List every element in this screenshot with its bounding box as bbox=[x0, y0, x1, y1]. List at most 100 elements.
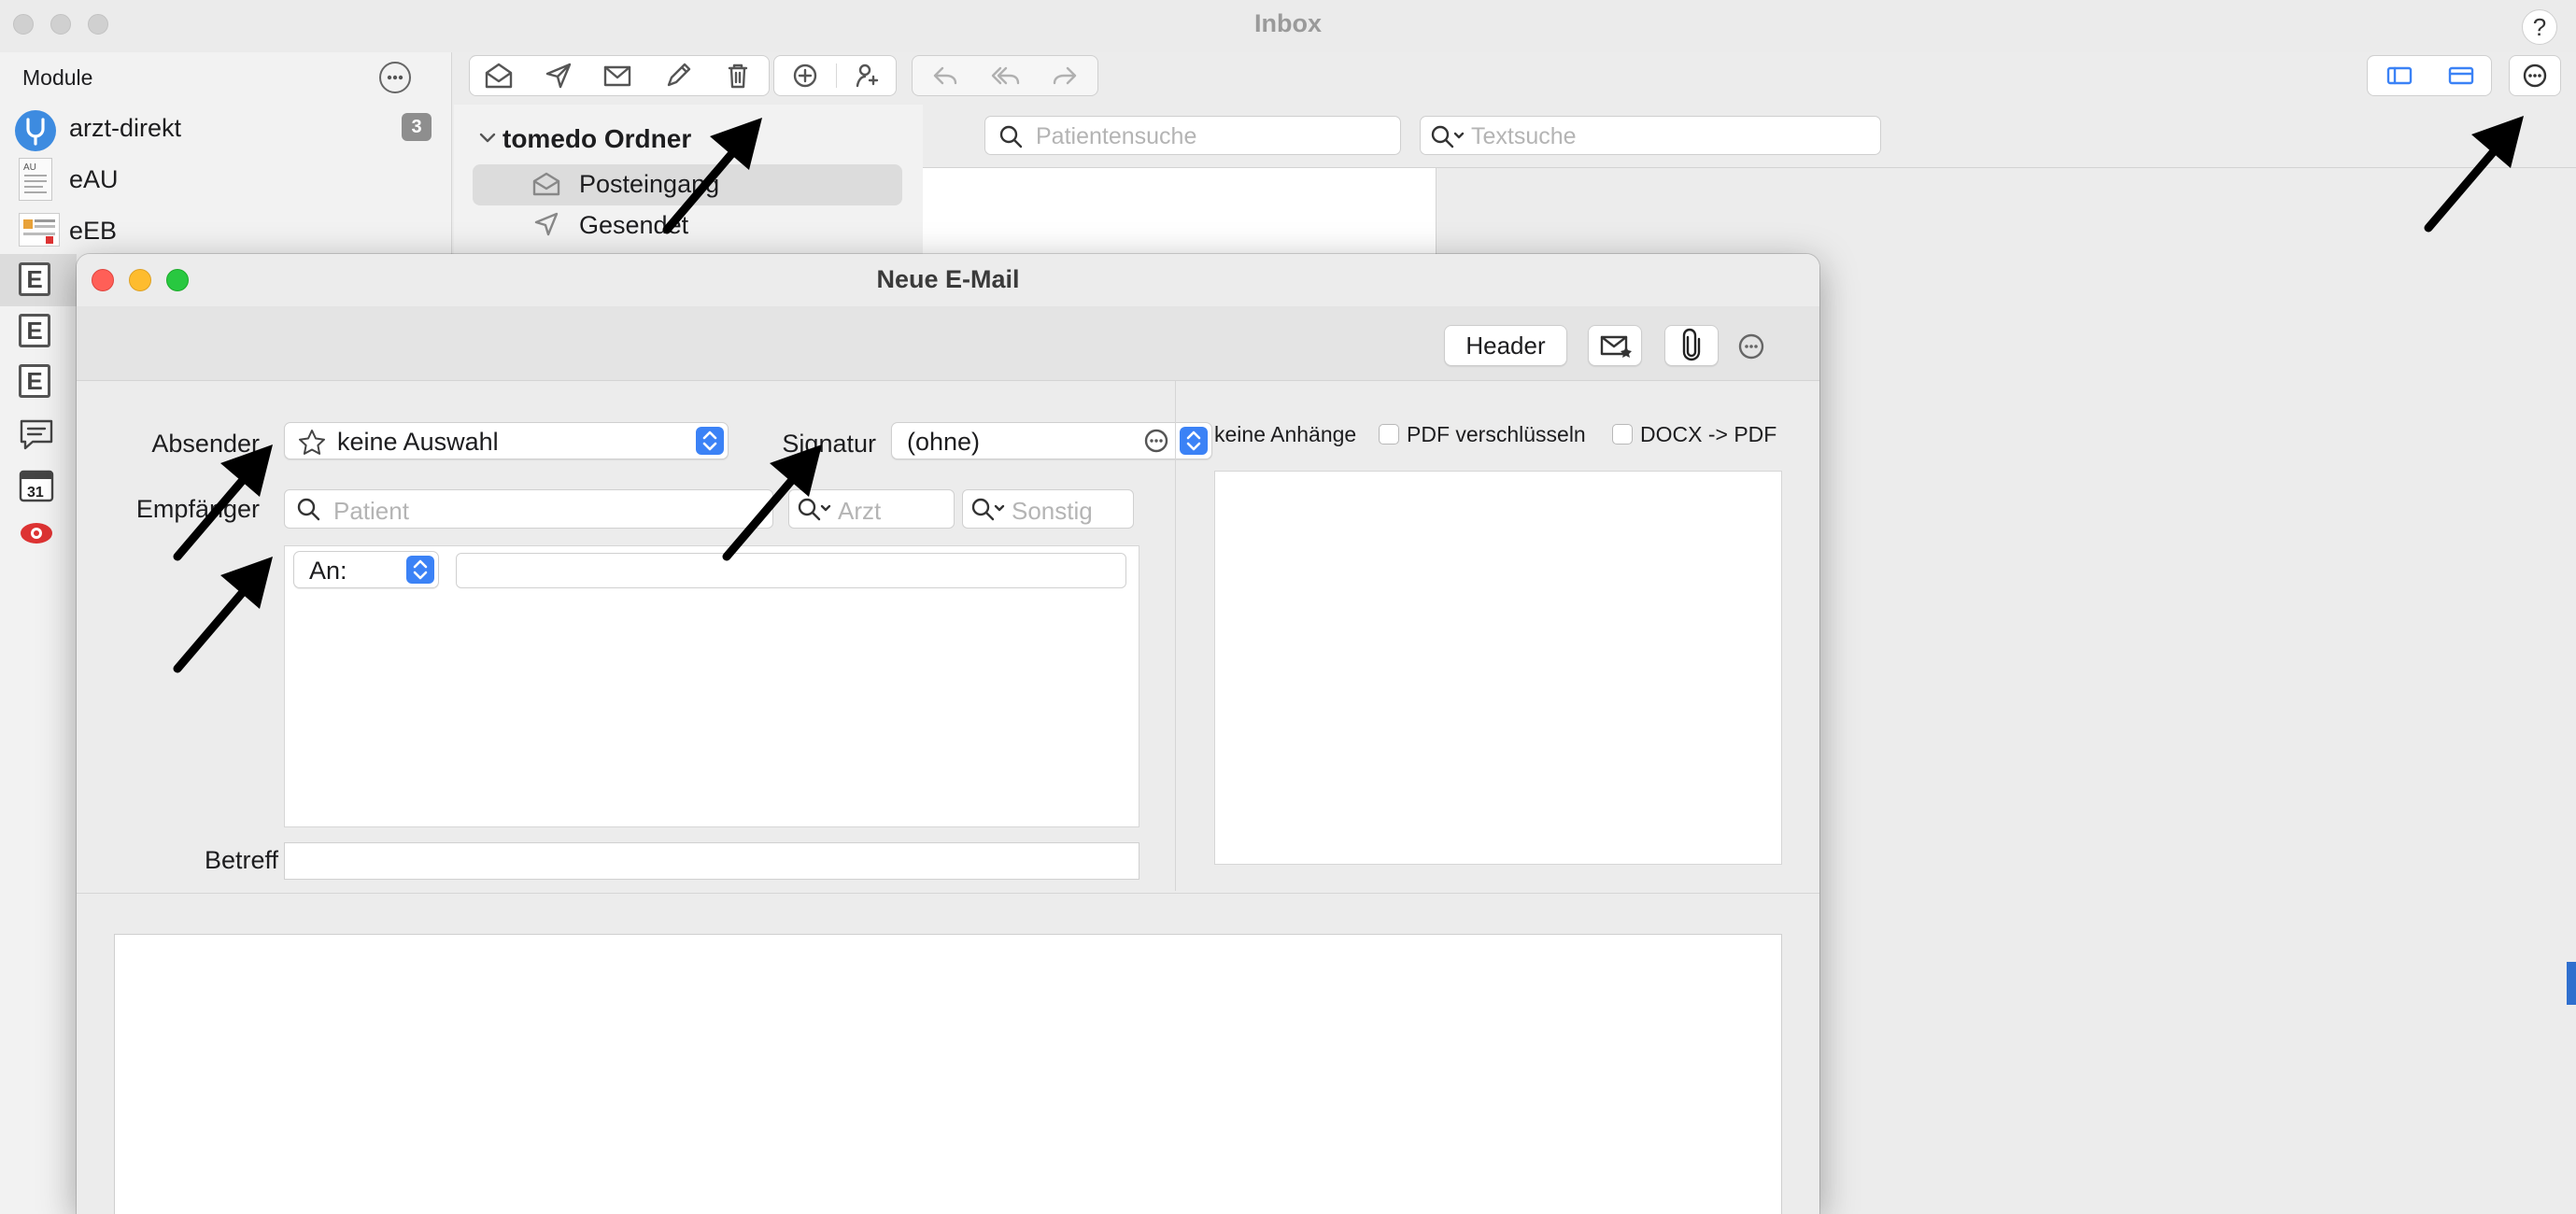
sender-select[interactable]: keine Auswahl bbox=[284, 422, 729, 459]
selection-marker bbox=[2567, 962, 2576, 1005]
toolbar-separator bbox=[836, 64, 837, 88]
send-icon bbox=[534, 211, 560, 237]
paperclip-icon bbox=[1682, 328, 1701, 361]
sidebar-item-label: eAU bbox=[69, 165, 119, 193]
message-body-editor[interactable] bbox=[114, 934, 1782, 1214]
more-icon bbox=[1738, 333, 1764, 360]
forward-button[interactable] bbox=[1036, 56, 1094, 95]
reply-toolbar bbox=[912, 55, 1098, 96]
mail-actions-toolbar bbox=[469, 55, 770, 96]
stepper-icon bbox=[1180, 427, 1208, 455]
search-options-icon bbox=[1431, 125, 1465, 148]
stepper-icon bbox=[406, 556, 434, 584]
search-icon bbox=[297, 498, 320, 521]
attach-button[interactable] bbox=[1664, 325, 1719, 366]
docx-pdf-label: DOCX -> PDF bbox=[1640, 422, 1777, 446]
attachments-drop-area[interactable] bbox=[1214, 471, 1782, 865]
docx-pdf-checkbox[interactable] bbox=[1612, 424, 1633, 445]
subject-input[interactable] bbox=[284, 842, 1139, 880]
compose-more-button[interactable] bbox=[1737, 332, 1765, 360]
inbox-icon bbox=[532, 172, 560, 196]
window-title: Inbox bbox=[1254, 9, 1322, 37]
compose-toolbar: Header bbox=[77, 306, 1819, 381]
stethoscope-icon bbox=[15, 110, 56, 151]
signature-value: (ohne) bbox=[907, 428, 981, 456]
forward-icon bbox=[1053, 66, 1077, 85]
pdf-encrypt-label: PDF verschlüsseln bbox=[1407, 422, 1586, 446]
annotation-arrow bbox=[662, 118, 762, 234]
more-icon bbox=[1144, 429, 1168, 453]
sidebar-layout-button[interactable] bbox=[2370, 56, 2429, 95]
envelope-star-icon bbox=[1600, 335, 1632, 358]
search-placeholder: Patientensuche bbox=[1036, 123, 1197, 149]
modules-more-button[interactable] bbox=[379, 62, 411, 93]
help-button[interactable]: ? bbox=[2522, 9, 2557, 45]
recipient-type-value: An: bbox=[309, 557, 347, 585]
header-button[interactable]: Header bbox=[1444, 325, 1567, 366]
add-contact-icon bbox=[856, 64, 879, 88]
annotation-arrow bbox=[173, 445, 273, 561]
other-recipient-input[interactable]: Sonstig bbox=[962, 489, 1134, 529]
pen-button[interactable] bbox=[649, 56, 707, 95]
chevron-down-icon[interactable] bbox=[478, 131, 497, 146]
search-placeholder: Textsuche bbox=[1471, 123, 1577, 149]
search-options-icon bbox=[971, 498, 1005, 521]
reply-all-button[interactable] bbox=[976, 56, 1034, 95]
sidebar-item-arzt-direkt[interactable]: arzt-direkt 3 bbox=[0, 103, 452, 153]
sender-value: keine Auswahl bbox=[337, 428, 499, 456]
delete-button[interactable] bbox=[709, 56, 767, 95]
other-placeholder: Sonstig bbox=[1012, 497, 1093, 525]
main-more-button[interactable] bbox=[2509, 55, 2561, 96]
inbox-button[interactable] bbox=[470, 56, 528, 95]
count-badge: 3 bbox=[402, 113, 432, 141]
eeb-document-icon bbox=[19, 213, 60, 247]
search-icon bbox=[999, 125, 1023, 148]
patient-recipient-input[interactable]: Patient bbox=[284, 489, 773, 529]
sidebar-layout-icon bbox=[2386, 66, 2413, 85]
send-button[interactable] bbox=[530, 56, 587, 95]
patient-search-input[interactable]: Patientensuche bbox=[984, 116, 1401, 155]
e-box-icon[interactable]: E bbox=[19, 262, 50, 296]
compose-title: Neue E-Mail bbox=[876, 265, 1020, 293]
envelope-button[interactable] bbox=[589, 56, 647, 95]
pen-icon bbox=[667, 63, 691, 87]
attachments-label: keine Anhänge bbox=[1214, 422, 1357, 446]
divider bbox=[77, 893, 1819, 894]
pdf-encrypt-checkbox[interactable] bbox=[1379, 424, 1399, 445]
subject-label: Betreff bbox=[204, 846, 278, 874]
sidebar-item-label: arzt-direkt bbox=[69, 114, 182, 142]
compose-window: Neue E-Mail Header Absender keine Auswah… bbox=[77, 254, 1819, 1214]
message-list[interactable] bbox=[923, 168, 1437, 261]
patient-placeholder: Patient bbox=[333, 497, 409, 525]
reply-icon bbox=[933, 66, 957, 85]
text-search-input[interactable]: Textsuche bbox=[1420, 116, 1881, 155]
more-icon bbox=[2523, 64, 2547, 88]
add-icon bbox=[793, 64, 817, 88]
annotation-arrow bbox=[2424, 116, 2524, 233]
sidebar-item-eeb[interactable]: eEB bbox=[0, 205, 452, 256]
annotation-arrow bbox=[722, 445, 822, 561]
recipient-type-select[interactable]: An: bbox=[293, 551, 439, 588]
svg-text:AU: AU bbox=[23, 162, 36, 173]
eye-icon[interactable] bbox=[19, 519, 54, 547]
signature-more-button[interactable] bbox=[1143, 428, 1169, 454]
chat-bubble-icon[interactable] bbox=[19, 418, 54, 452]
sidebar-item-eau[interactable]: AU eAU bbox=[0, 154, 452, 205]
add-contact-button[interactable] bbox=[838, 56, 896, 95]
email-template-button[interactable] bbox=[1588, 325, 1642, 366]
calendar-icon[interactable]: 31 bbox=[19, 467, 54, 502]
panel-layout-button[interactable] bbox=[2431, 56, 2491, 95]
modules-header: Module bbox=[22, 65, 93, 90]
inbox-icon bbox=[485, 63, 513, 89]
sidebar-item-label: eEB bbox=[69, 217, 118, 245]
star-icon bbox=[299, 430, 325, 455]
reply-button[interactable] bbox=[916, 56, 974, 95]
add-button[interactable] bbox=[776, 56, 834, 95]
layout-toolbar bbox=[2367, 55, 2492, 96]
e-box-icon[interactable]: E bbox=[19, 314, 50, 347]
annotation-arrow bbox=[173, 557, 273, 673]
eau-document-icon: AU bbox=[19, 158, 52, 201]
panel-layout-icon bbox=[2448, 66, 2474, 85]
e-box-icon[interactable]: E bbox=[19, 364, 50, 398]
trash-icon bbox=[728, 64, 748, 89]
